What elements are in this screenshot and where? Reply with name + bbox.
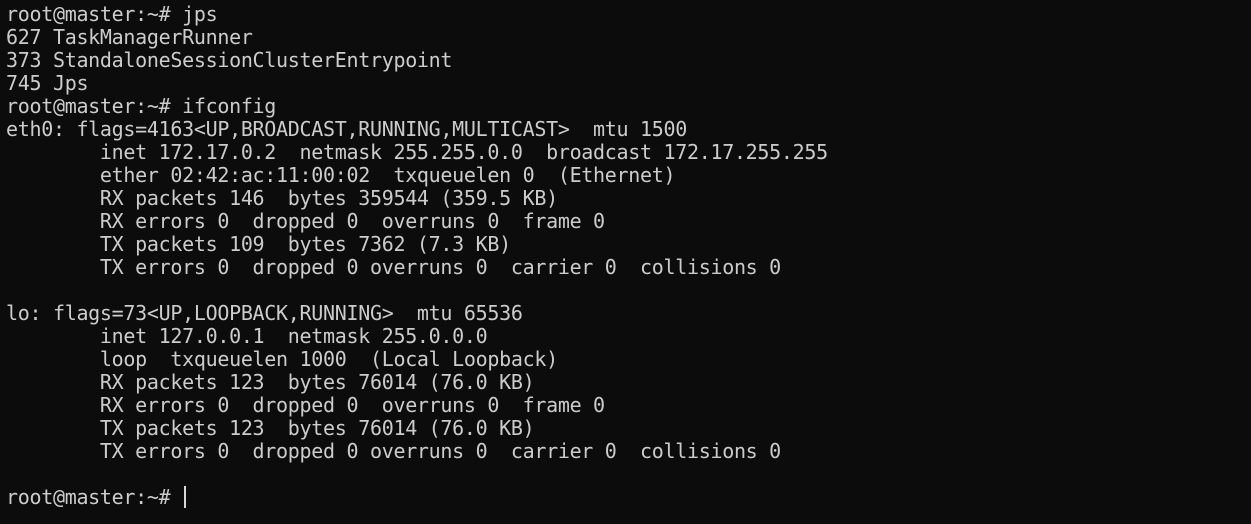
terminal-window[interactable]: root@master:~# jps 627 TaskManagerRunner… bbox=[0, 0, 1251, 524]
terminal-output-line: RX errors 0 dropped 0 overruns 0 frame 0 bbox=[6, 209, 605, 233]
terminal-output-line: RX errors 0 dropped 0 overruns 0 frame 0 bbox=[6, 393, 605, 417]
terminal-output-line: inet 127.0.0.1 netmask 255.0.0.0 bbox=[6, 324, 488, 348]
terminal-output-line: RX packets 146 bytes 359544 (359.5 KB) bbox=[6, 186, 558, 210]
terminal-output-line: root@master:~# ifconfig bbox=[6, 94, 277, 118]
text-cursor bbox=[184, 486, 187, 508]
terminal-output-line: 745 Jps bbox=[6, 71, 89, 95]
terminal-output-line: root@master:~# jps bbox=[6, 2, 218, 26]
terminal-output-line: eth0: flags=4163<UP,BROADCAST,RUNNING,MU… bbox=[6, 117, 687, 141]
terminal-output-line: 373 StandaloneSessionClusterEntrypoint bbox=[6, 48, 453, 72]
terminal-output-line: inet 172.17.0.2 netmask 255.255.0.0 broa… bbox=[6, 140, 828, 164]
terminal-output-line: TX packets 109 bytes 7362 (7.3 KB) bbox=[6, 232, 511, 256]
terminal-output-line: 627 TaskManagerRunner bbox=[6, 25, 253, 49]
terminal-output-line: ether 02:42:ac:11:00:02 txqueuelen 0 (Et… bbox=[6, 163, 676, 187]
terminal-output-line: TX errors 0 dropped 0 overruns 0 carrier… bbox=[6, 439, 781, 463]
terminal-output-line: RX packets 123 bytes 76014 (76.0 KB) bbox=[6, 370, 535, 394]
terminal-output-line: loop txqueuelen 1000 (Local Loopback) bbox=[6, 347, 558, 371]
shell-prompt: root@master:~# bbox=[6, 485, 183, 509]
terminal-output-line: TX errors 0 dropped 0 overruns 0 carrier… bbox=[6, 255, 781, 279]
terminal-input-line[interactable]: root@master:~# bbox=[6, 486, 1251, 509]
terminal-output-line: TX packets 123 bytes 76014 (76.0 KB) bbox=[6, 416, 535, 440]
terminal-output-line: lo: flags=73<UP,LOOPBACK,RUNNING> mtu 65… bbox=[6, 301, 523, 325]
